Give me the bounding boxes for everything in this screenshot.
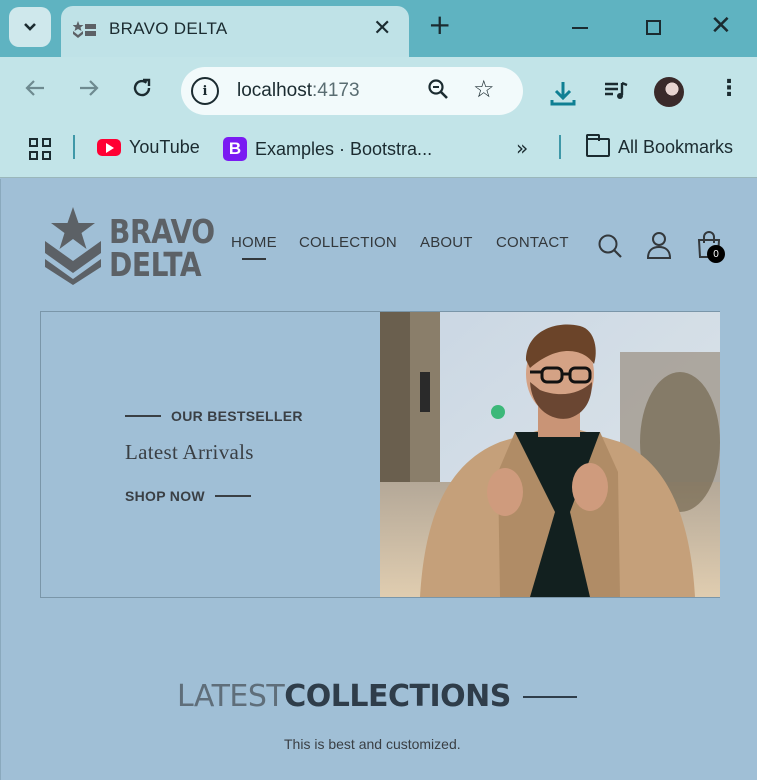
bookmark-bootstrap[interactable]: B Examples · Bootstra... bbox=[223, 137, 432, 161]
latest-collections-subtitle: This is best and customized. bbox=[284, 736, 461, 752]
url-text[interactable]: localhost:4173 bbox=[237, 80, 360, 102]
zoom-icon[interactable] bbox=[427, 78, 449, 100]
logo-wordmark: BRAVO DELTA bbox=[109, 212, 215, 284]
bookmark-label: Examples · Bootstra... bbox=[255, 138, 433, 159]
search-icon[interactable] bbox=[597, 233, 623, 259]
hero-title: Latest Arrivals bbox=[125, 440, 254, 464]
page-viewport: BRAVO DELTA HOME COLLECTION ABOUT CONTAC… bbox=[0, 179, 757, 780]
youtube-icon bbox=[97, 139, 121, 156]
all-bookmarks-label: All Bookmarks bbox=[618, 137, 734, 157]
site-logo[interactable]: BRAVO DELTA bbox=[43, 205, 215, 285]
more-bookmarks-chevron-icon[interactable]: » bbox=[516, 136, 528, 160]
back-arrow-icon[interactable] bbox=[24, 77, 46, 105]
forward-arrow-icon[interactable] bbox=[78, 77, 100, 105]
hero-banner: OUR BESTSELLER Latest Arrivals SHOP NOW bbox=[40, 311, 720, 598]
bootstrap-icon: B bbox=[223, 137, 247, 161]
latest-collections-heading: LATEST COLLECTIONS bbox=[177, 679, 577, 714]
hero-image bbox=[380, 312, 720, 597]
bookmarks-bar: YouTube B Examples · Bootstra... » All B… bbox=[0, 124, 757, 178]
window-maximize-button[interactable] bbox=[646, 20, 661, 35]
bookmark-label: YouTube bbox=[129, 137, 200, 157]
tab-title: BRAVO DELTA bbox=[109, 19, 228, 38]
hero-photo-illustration bbox=[380, 312, 720, 597]
bookmark-separator bbox=[559, 135, 561, 159]
nav-active-indicator bbox=[242, 258, 266, 260]
bookmark-separator bbox=[73, 135, 75, 159]
reload-icon[interactable] bbox=[131, 77, 153, 105]
folder-icon bbox=[586, 134, 610, 157]
media-controls-icon[interactable] bbox=[603, 79, 629, 103]
download-icon[interactable] bbox=[549, 79, 577, 109]
active-tab[interactable]: BRAVO DELTA ✕ bbox=[61, 6, 409, 57]
tab-strip: BRAVO DELTA ✕ + ✕ bbox=[0, 0, 757, 57]
bookmark-star-icon[interactable]: ☆ bbox=[473, 75, 495, 103]
tab-close-icon[interactable]: ✕ bbox=[373, 16, 391, 41]
tab-search-button[interactable] bbox=[9, 7, 51, 47]
heading-rule bbox=[522, 695, 577, 698]
window-close-button[interactable]: ✕ bbox=[710, 12, 732, 40]
nav-collection[interactable]: COLLECTION bbox=[299, 234, 397, 251]
address-bar[interactable]: i localhost:4173 ☆ bbox=[181, 67, 523, 115]
apps-grid-icon[interactable] bbox=[29, 138, 51, 160]
hero-eyebrow: OUR BESTSELLER bbox=[125, 408, 303, 424]
new-tab-button[interactable]: + bbox=[428, 11, 451, 39]
hero-text-panel: OUR BESTSELLER Latest Arrivals SHOP NOW bbox=[41, 312, 380, 597]
bookmark-youtube[interactable]: YouTube bbox=[97, 137, 200, 158]
user-profile-icon[interactable] bbox=[646, 231, 672, 259]
logo-emblem-icon bbox=[45, 207, 101, 285]
nav-contact[interactable]: CONTACT bbox=[496, 234, 569, 251]
window-minimize-button[interactable] bbox=[572, 27, 588, 29]
all-bookmarks-button[interactable]: All Bookmarks bbox=[586, 134, 734, 158]
shop-now-link[interactable]: SHOP NOW bbox=[125, 488, 251, 504]
browser-toolbar: i localhost:4173 ☆ ⋮ bbox=[0, 57, 757, 124]
cta-rule bbox=[214, 495, 251, 497]
cart-count-badge: 0 bbox=[707, 245, 725, 263]
site-info-icon[interactable]: i bbox=[191, 77, 219, 105]
site-favicon-icon bbox=[73, 21, 96, 38]
nav-about[interactable]: ABOUT bbox=[420, 234, 473, 251]
nav-home[interactable]: HOME bbox=[231, 234, 277, 251]
profile-avatar[interactable] bbox=[654, 77, 684, 107]
eyebrow-rule bbox=[125, 415, 161, 417]
chevron-down-icon bbox=[24, 23, 36, 31]
more-menu-icon[interactable]: ⋮ bbox=[718, 76, 740, 101]
